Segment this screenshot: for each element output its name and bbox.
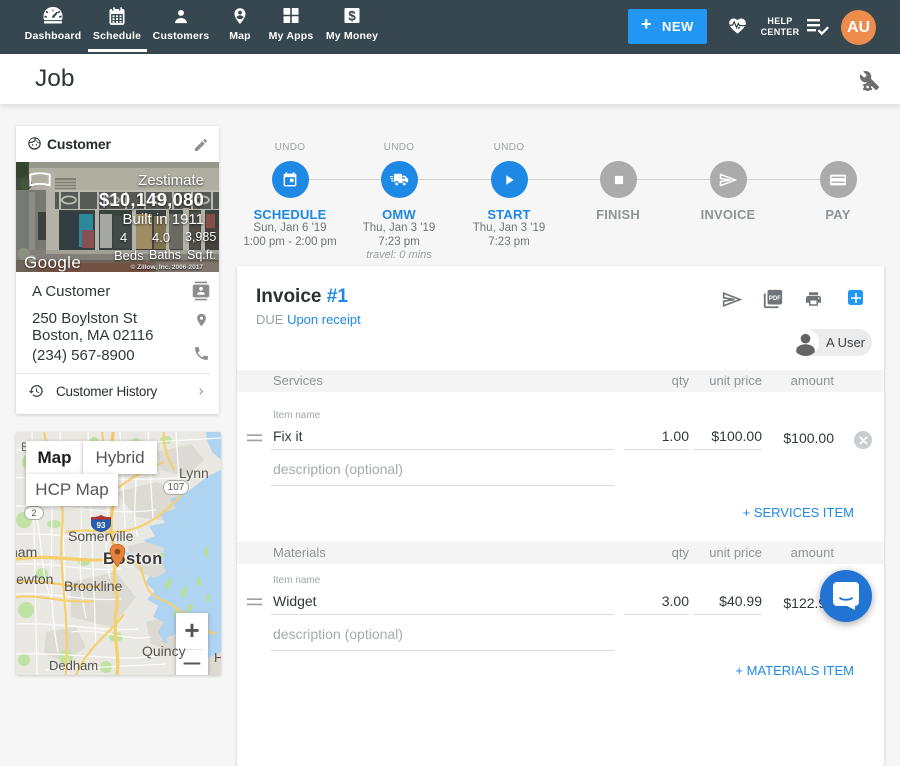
svg-text:$: $ (348, 9, 356, 24)
svg-text:PDF: PDF (769, 296, 781, 302)
